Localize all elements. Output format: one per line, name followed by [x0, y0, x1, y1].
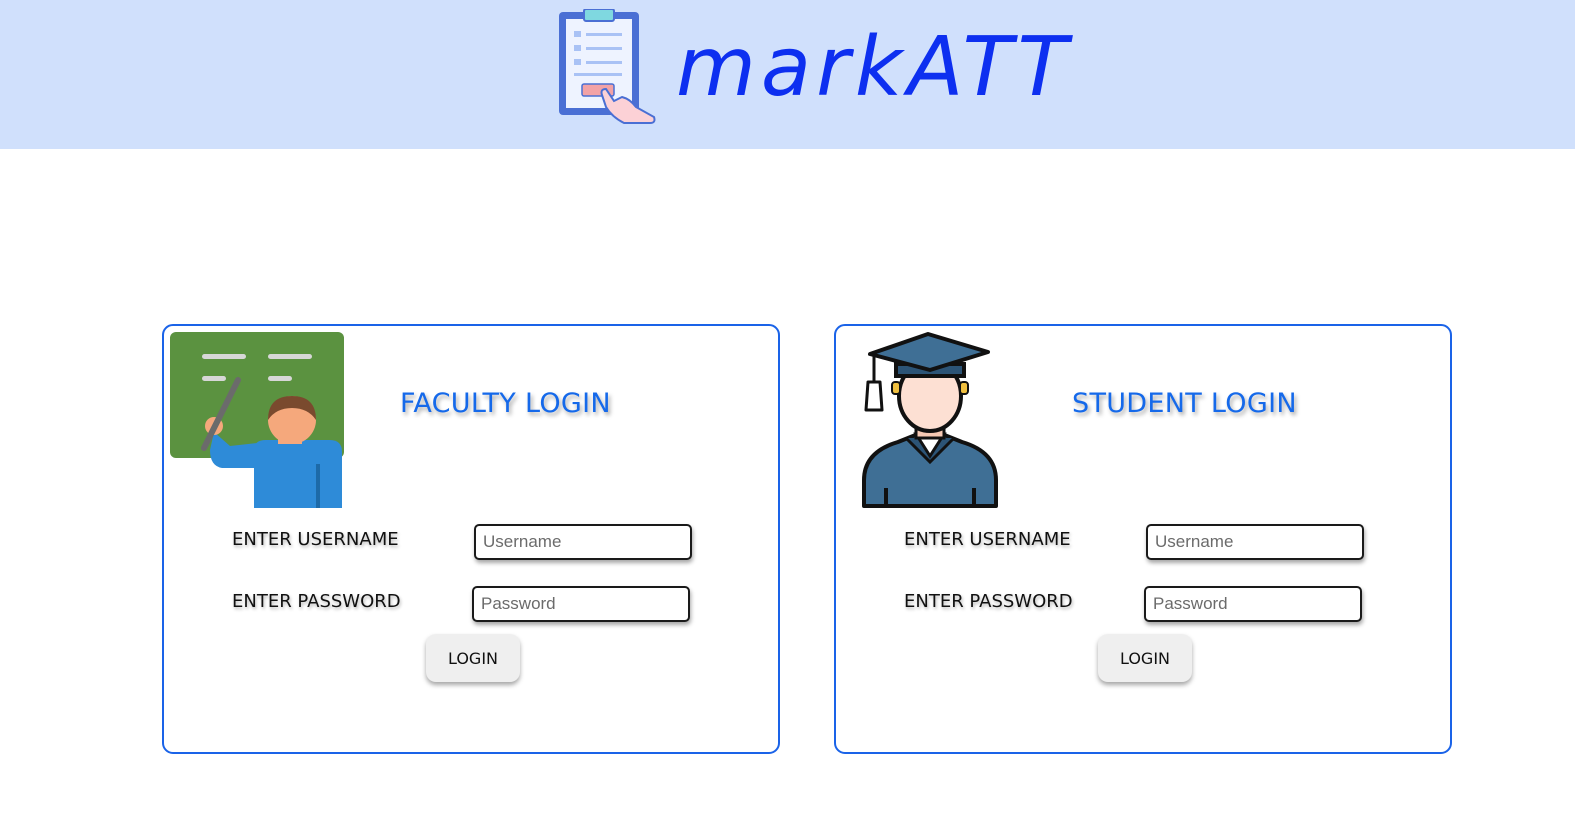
student-password-input[interactable] [1144, 586, 1362, 622]
app-header: markATT [0, 0, 1575, 149]
faculty-username-label: ENTER USERNAME [232, 529, 399, 550]
faculty-password-label: ENTER PASSWORD [232, 591, 401, 612]
student-login-card: STUDENT LOGIN ENTER USERNAME ENTER PASSW… [834, 324, 1452, 754]
graduate-student-icon [862, 332, 998, 508]
faculty-username-input[interactable] [474, 524, 692, 560]
student-password-label: ENTER PASSWORD [904, 591, 1073, 612]
faculty-login-card: FACULTY LOGIN ENTER USERNAME ENTER PASSW… [162, 324, 780, 754]
clipboard-click-icon [559, 9, 656, 124]
student-login-button[interactable]: LOGIN [1098, 634, 1192, 682]
student-login-title: STUDENT LOGIN [1072, 388, 1297, 419]
brand-logo-text: markATT [676, 20, 1073, 115]
faculty-login-button[interactable]: LOGIN [426, 634, 520, 682]
student-username-input[interactable] [1146, 524, 1364, 560]
faculty-login-title: FACULTY LOGIN [400, 388, 611, 419]
faculty-password-input[interactable] [472, 586, 690, 622]
student-username-label: ENTER USERNAME [904, 529, 1071, 550]
teacher-blackboard-icon [170, 332, 344, 508]
